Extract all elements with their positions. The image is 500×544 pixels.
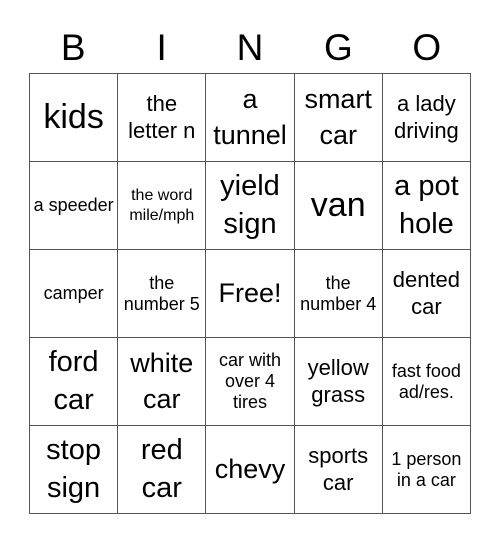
bingo-cell[interactable]: sports car <box>294 426 383 514</box>
bingo-cell[interactable]: fast food ad/res. <box>382 338 471 426</box>
bingo-cell[interactable]: chevy <box>206 426 295 514</box>
bingo-cell[interactable]: a speeder <box>30 162 119 250</box>
free-cell[interactable]: Free! <box>206 250 295 338</box>
bingo-cell[interactable]: the letter n <box>118 74 207 162</box>
bingo-cell[interactable]: stop sign <box>30 426 119 514</box>
bingo-cell[interactable]: a tunnel <box>206 74 295 162</box>
bingo-cell[interactable]: the number 5 <box>118 250 207 338</box>
header-letter-o: O <box>412 27 442 68</box>
header-letter-g: G <box>324 27 353 68</box>
bingo-cell[interactable]: camper <box>30 250 119 338</box>
bingo-cell[interactable]: the number 4 <box>294 250 383 338</box>
bingo-cell[interactable]: 1 person in a car <box>382 426 471 514</box>
header-letter-n: N <box>236 27 264 68</box>
bingo-cell[interactable]: ford car <box>30 338 119 426</box>
bingo-cell[interactable]: smart car <box>294 74 383 162</box>
bingo-cell[interactable]: a lady driving <box>382 74 471 162</box>
header-letter-i: I <box>156 27 167 68</box>
bingo-cell[interactable]: yield sign <box>206 162 295 250</box>
bingo-header: B I N G O <box>29 24 471 72</box>
bingo-cell[interactable]: white car <box>118 338 207 426</box>
bingo-cell[interactable]: red car <box>118 426 207 514</box>
bingo-cell[interactable]: car with over 4 tires <box>206 338 295 426</box>
bingo-cell[interactable]: kids <box>30 74 119 162</box>
bingo-cell[interactable]: van <box>294 162 383 250</box>
header-letter-b: B <box>60 27 86 68</box>
bingo-grid: kids the letter n a tunnel smart car a l… <box>29 73 471 514</box>
bingo-cell[interactable]: a pot hole <box>382 162 471 250</box>
bingo-cell[interactable]: dented car <box>382 250 471 338</box>
bingo-cell[interactable]: the word mile/mph <box>118 162 207 250</box>
bingo-cell[interactable]: yellow grass <box>294 338 383 426</box>
